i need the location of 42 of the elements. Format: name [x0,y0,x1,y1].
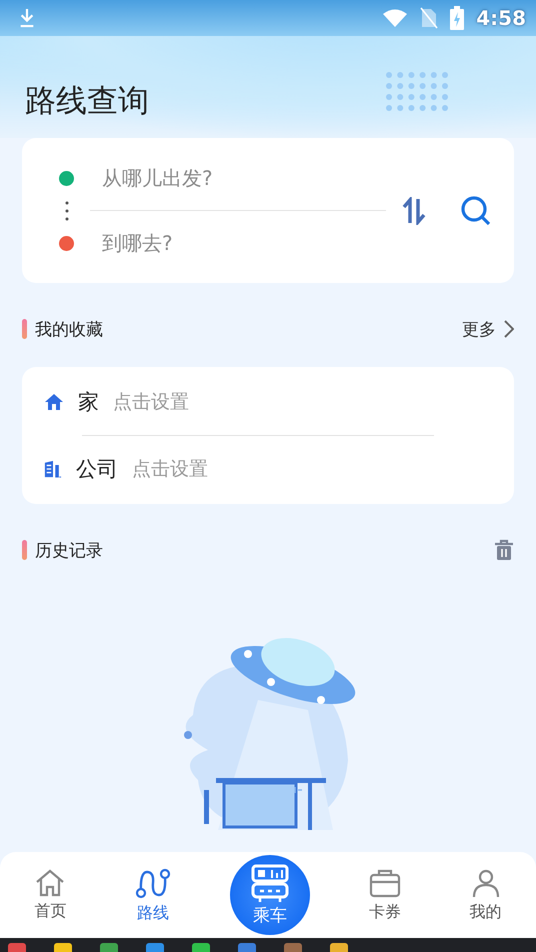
swap-icon[interactable] [402,196,426,224]
nav-tab[interactable]: 路线 [125,860,182,930]
more-link[interactable]: 更多 [462,318,496,340]
chevron-right-icon[interactable] [504,320,514,338]
taskbar-icon[interactable] [238,943,256,952]
nav-tab[interactable]: 我的 [460,862,512,928]
no-sim-icon [420,7,438,29]
taskbar-icon[interactable] [284,943,302,952]
battery-icon [450,6,464,30]
origin-field[interactable]: 从哪儿出发? [90,161,386,195]
nav-tab[interactable]: 首页 [24,862,76,928]
destination-field[interactable]: 到哪去? [90,226,386,260]
taskbar-icon[interactable] [146,943,164,952]
taskbar-icon[interactable] [8,943,26,952]
bus-qr-icon [250,864,290,904]
section-title: 历史记录 [35,540,103,562]
taskbar-icon[interactable] [192,943,210,952]
trash-icon[interactable] [494,539,514,561]
vertical-dots-icon [64,200,68,222]
taskbar-icon[interactable] [100,943,118,952]
dot-pattern-icon [386,72,450,112]
page-title: 路线查询 [25,82,149,121]
wifi-icon [382,8,408,28]
house-icon [44,393,64,411]
wallet-icon [368,868,401,898]
origin-dot [59,170,74,186]
taskbar-icon[interactable] [54,943,72,952]
place-label[interactable]: 家 [78,388,99,416]
building-icon [44,459,62,479]
route-icon [135,866,172,898]
section-title: 我的收藏 [35,318,103,340]
taskbar-icon[interactable] [330,943,348,952]
house-icon [34,868,66,896]
place-label[interactable]: 公司 [76,455,118,483]
destination-dot [59,236,74,250]
status-time: 4:58 [476,6,526,30]
nav-tab[interactable]: 卡券 [358,862,411,928]
ride-button[interactable]: 乘车 [230,855,310,935]
section-marker [22,540,27,560]
search-icon[interactable] [460,194,492,226]
section-marker [22,319,27,339]
download-icon [18,7,36,29]
